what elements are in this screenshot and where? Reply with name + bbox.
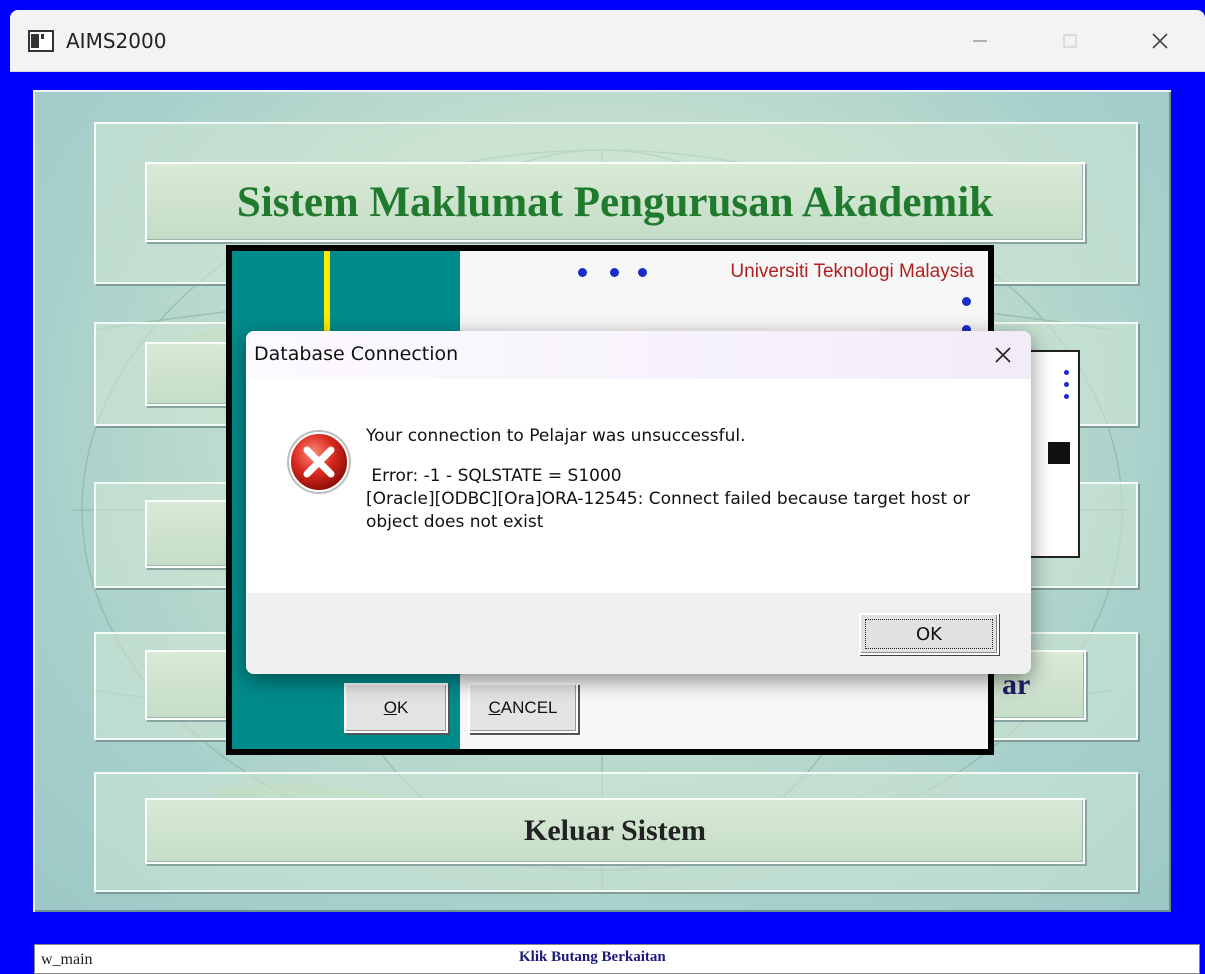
side-dot bbox=[1064, 370, 1069, 375]
window-titlebar: AIMS2000 bbox=[10, 10, 1205, 72]
message-line: Error: -1 - SQLSTATE = S1000 bbox=[366, 466, 622, 486]
maximize-icon bbox=[1063, 34, 1077, 48]
minimize-icon bbox=[973, 40, 987, 42]
dialog-footer: OK bbox=[246, 593, 1031, 674]
minimize-button[interactable] bbox=[960, 24, 1000, 58]
side-logo bbox=[1048, 442, 1070, 464]
title-banner-button[interactable]: Sistem Maklumat Pengurusan Akademik bbox=[145, 162, 1085, 242]
dialog-close-button[interactable] bbox=[985, 337, 1021, 373]
dialog-title: Database Connection bbox=[254, 343, 459, 365]
close-button[interactable] bbox=[1140, 24, 1180, 58]
focus-rect bbox=[865, 619, 993, 649]
splash-ok-label: K bbox=[396, 698, 409, 717]
close-icon bbox=[1152, 33, 1168, 49]
dialog-ok-button[interactable]: OK bbox=[859, 613, 999, 655]
dialog-body: Your connection to Pelajar was unsuccess… bbox=[246, 379, 1031, 593]
side-dot bbox=[1064, 394, 1069, 399]
splash-cancel-mnemonic: C bbox=[488, 698, 501, 717]
side-dot bbox=[1064, 382, 1069, 387]
database-connection-dialog: Database Connection Your connection to P… bbox=[246, 331, 1031, 674]
status-hint: Klik Butang Berkaitan bbox=[519, 949, 666, 965]
status-bar: w_main Klik Butang Berkaitan bbox=[34, 944, 1200, 974]
close-icon bbox=[995, 347, 1011, 363]
decor-dot bbox=[962, 297, 971, 306]
message-line: Your connection to Pelajar was unsuccess… bbox=[366, 426, 746, 446]
maximize-button[interactable] bbox=[1050, 24, 1090, 58]
splash-ok-mnemonic: O bbox=[383, 698, 397, 717]
app-window-icon bbox=[28, 30, 54, 52]
exit-system-button[interactable]: Keluar Sistem bbox=[145, 798, 1085, 864]
decor-dot bbox=[610, 268, 619, 277]
splash-cancel-button[interactable]: C ANCEL bbox=[468, 683, 578, 733]
university-name: Universiti Teknologi Malaysia bbox=[730, 261, 974, 282]
status-window-name: w_main bbox=[41, 951, 93, 968]
message-line: [Oracle][ODBC][Ora]ORA-12545: Connect fa… bbox=[366, 489, 976, 532]
splash-cancel-label: ANCEL bbox=[500, 698, 558, 717]
error-icon bbox=[287, 430, 351, 494]
splash-ok-button[interactable]: OK bbox=[344, 683, 448, 733]
splash-side-card bbox=[1026, 350, 1080, 558]
decor-dot bbox=[578, 268, 587, 277]
dialog-message: Your connection to Pelajar was unsuccess… bbox=[366, 425, 1006, 534]
decor-dot bbox=[638, 268, 647, 277]
window-title: AIMS2000 bbox=[66, 29, 167, 53]
dialog-titlebar: Database Connection bbox=[246, 331, 1031, 379]
